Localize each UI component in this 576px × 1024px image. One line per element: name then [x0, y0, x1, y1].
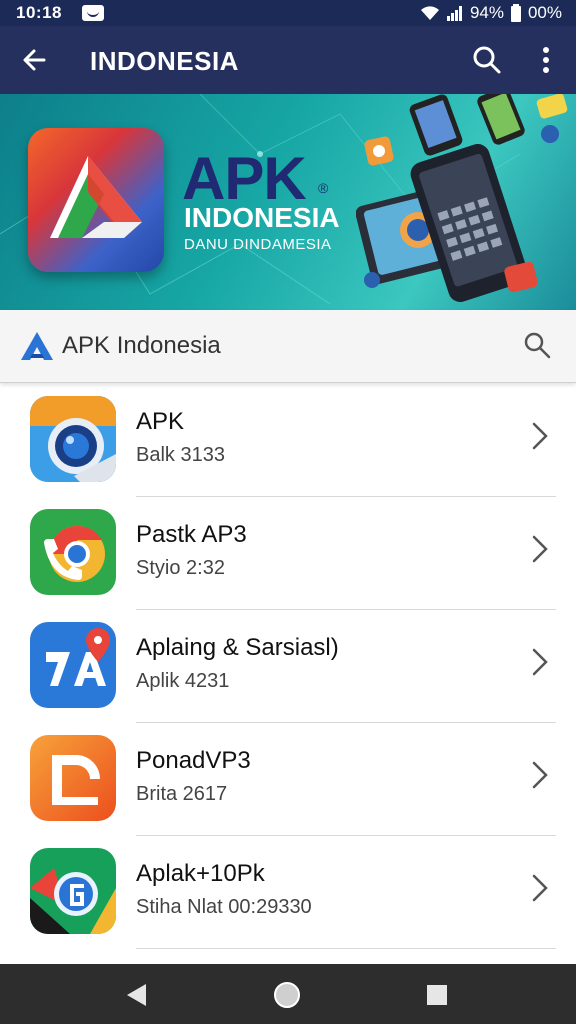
- app-name: Aplak+10Pk: [136, 860, 265, 887]
- list-item[interactable]: Aplaing & Sarsiasl) Aplik 4231: [0, 610, 576, 723]
- battery-percent-secondary: 00%: [527, 3, 562, 22]
- more-options-icon[interactable]: [532, 43, 560, 77]
- recents-square-icon[interactable]: [422, 980, 452, 1010]
- divider: [136, 948, 556, 949]
- notification-icon: [82, 5, 104, 21]
- search-icon[interactable]: [470, 43, 504, 77]
- app-subtitle: Aplik 4231: [136, 670, 230, 692]
- green-g-icon: [30, 848, 116, 934]
- home-circle-icon[interactable]: [272, 980, 302, 1010]
- app-subtitle: Balk 3133: [136, 444, 225, 466]
- chevron-right-icon: [532, 761, 548, 789]
- chevron-right-icon: [532, 648, 548, 676]
- list-item[interactable]: Aplak+10Pk Stiha Nlat 00:29330: [0, 836, 576, 949]
- chevron-right-icon: [532, 535, 548, 563]
- app-bar-title: INDONESIA: [90, 46, 239, 76]
- status-time: 10:18: [16, 3, 62, 22]
- search-bar[interactable]: APK Indonesia: [0, 310, 576, 383]
- translate-pin-icon: [30, 622, 116, 708]
- app-name: PonadVP3: [136, 747, 251, 774]
- chevron-right-icon: [532, 422, 548, 450]
- promo-banner[interactable]: APK ® INDONESIA DANU DINDAMESIA: [0, 94, 576, 310]
- app-list: APK Balk 3133 Pastk AP3 Styio 2:32 Aplai…: [0, 384, 576, 949]
- banner-subtitle: DANU DINDAMESIA: [184, 236, 332, 253]
- app-name: Pastk AP3: [136, 521, 247, 548]
- camera-lens-icon: [30, 396, 116, 482]
- app-logo-icon: [21, 332, 53, 360]
- back-triangle-icon[interactable]: [122, 980, 152, 1010]
- app-name: Aplaing & Sarsiasl): [136, 634, 339, 661]
- devices-illustration: [356, 94, 568, 302]
- signal-icon: [446, 6, 462, 21]
- banner-name: INDONESIA: [184, 202, 340, 233]
- battery-percent-primary: 94%: [469, 3, 504, 22]
- app-subtitle: Stiha Nlat 00:29330: [136, 896, 312, 918]
- banner-registered-mark: ®: [318, 180, 329, 196]
- system-nav-bar: [0, 964, 576, 1024]
- chevron-right-icon: [532, 874, 548, 902]
- app-name: APK: [136, 408, 185, 435]
- app-bar: INDONESIA: [0, 26, 576, 94]
- list-item[interactable]: APK Balk 3133: [0, 384, 576, 497]
- app-subtitle: Styio 2:32: [136, 557, 225, 579]
- orange-d-icon: [30, 735, 116, 821]
- battery-icon: [510, 4, 521, 22]
- app-subtitle: Brita 2617: [136, 783, 228, 805]
- wifi-icon: [420, 6, 439, 20]
- status-bar: 10:18 94% 00%: [0, 0, 576, 26]
- list-item[interactable]: Pastk AP3 Styio 2:32: [0, 497, 576, 610]
- search-icon[interactable]: [522, 330, 552, 360]
- chrome-phone-icon: [30, 509, 116, 595]
- apk-logo: [28, 128, 164, 272]
- status-indicators: 94% 00%: [420, 3, 562, 23]
- list-item[interactable]: PonadVP3 Brita 2617: [0, 723, 576, 836]
- search-bar-label: APK Indonesia: [62, 332, 221, 359]
- back-arrow-icon[interactable]: [18, 43, 52, 77]
